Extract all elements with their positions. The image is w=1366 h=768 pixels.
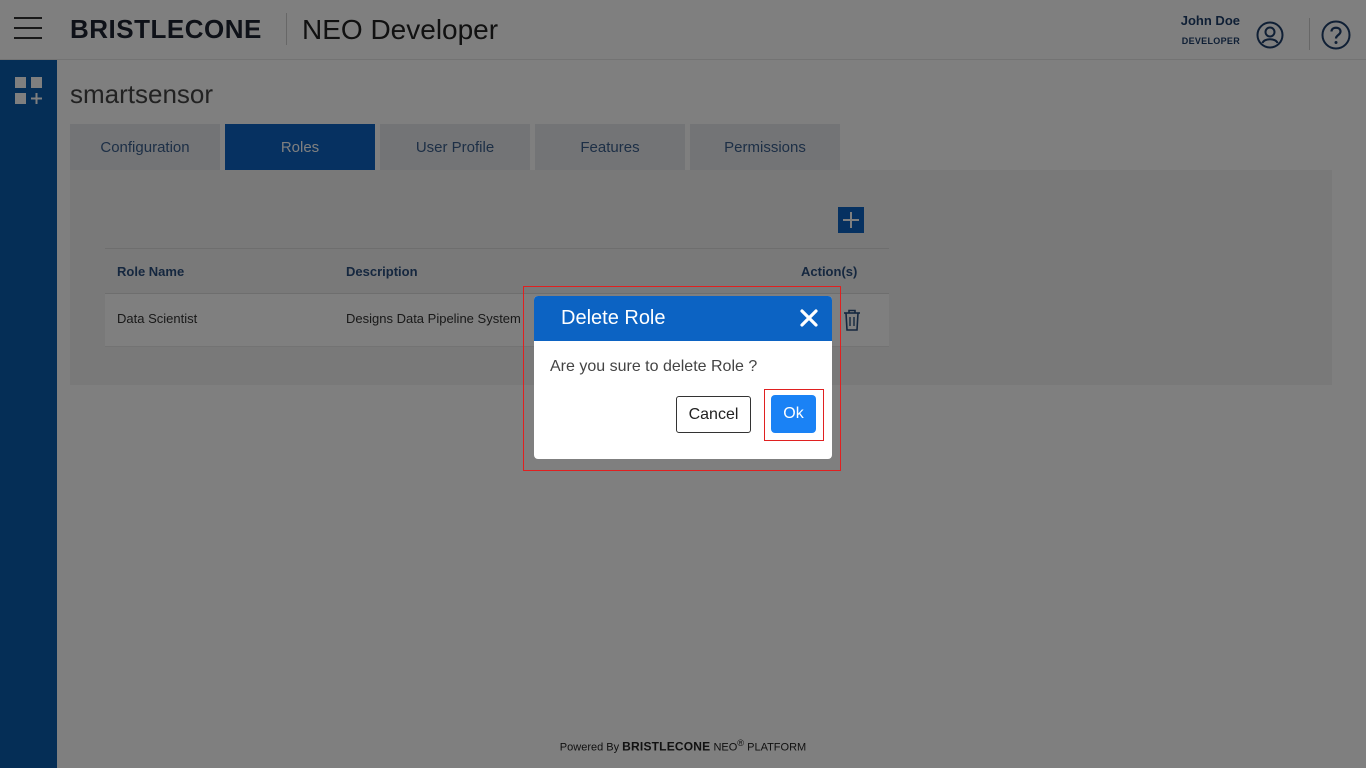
close-icon[interactable] <box>799 308 819 328</box>
dialog-message: Are you sure to delete Role ? <box>550 358 758 375</box>
dialog-header: Delete Role <box>534 296 832 341</box>
cancel-button[interactable]: Cancel <box>676 396 751 433</box>
ok-highlight-box <box>764 389 824 441</box>
dialog-title: Delete Role <box>561 307 666 329</box>
